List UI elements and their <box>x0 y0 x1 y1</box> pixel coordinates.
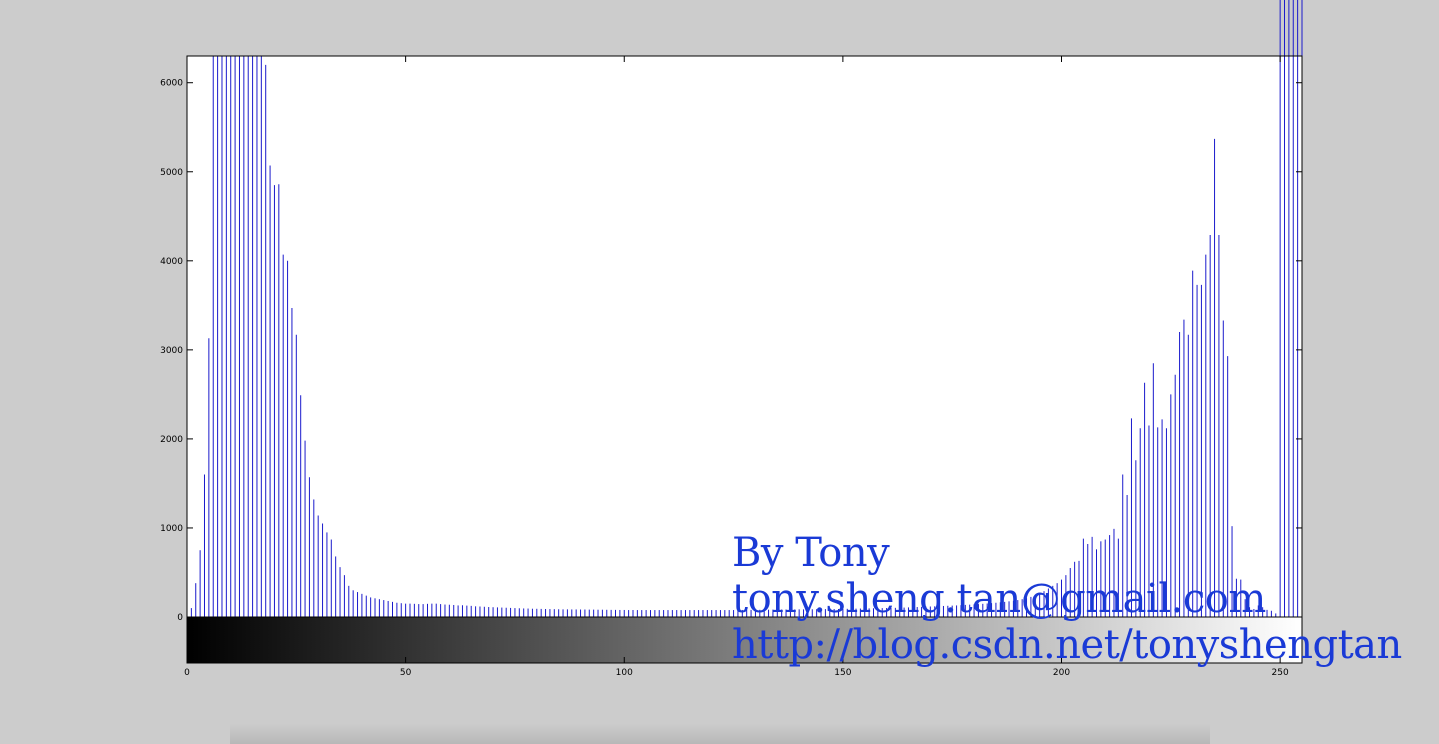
y-tick-label: 4000 <box>160 257 183 267</box>
y-tick-label: 2000 <box>160 435 183 445</box>
watermark-line-url: http://blog.csdn.net/tonyshengtan <box>732 622 1402 668</box>
watermark-line-author: By Tony <box>732 530 890 576</box>
y-tick-label: 0 <box>177 613 183 623</box>
y-tick-label: 5000 <box>160 168 183 178</box>
x-tick-label: 100 <box>616 668 633 678</box>
y-tick-label: 3000 <box>160 346 183 356</box>
x-tick-label: 0 <box>184 668 190 678</box>
x-tick-label: 200 <box>1053 668 1070 678</box>
x-tick-label: 50 <box>400 668 412 678</box>
x-tick-label: 250 <box>1272 668 1289 678</box>
watermark-line-email: tony.sheng.tan@gmail.com <box>732 576 1266 622</box>
y-tick-label: 6000 <box>160 79 183 89</box>
y-tick-label: 1000 <box>160 524 183 534</box>
x-tick-label: 150 <box>834 668 851 678</box>
author-watermark: By Tony tony.sheng.tan@gmail.com http://… <box>732 530 1402 668</box>
figure-shadow <box>230 724 1210 744</box>
